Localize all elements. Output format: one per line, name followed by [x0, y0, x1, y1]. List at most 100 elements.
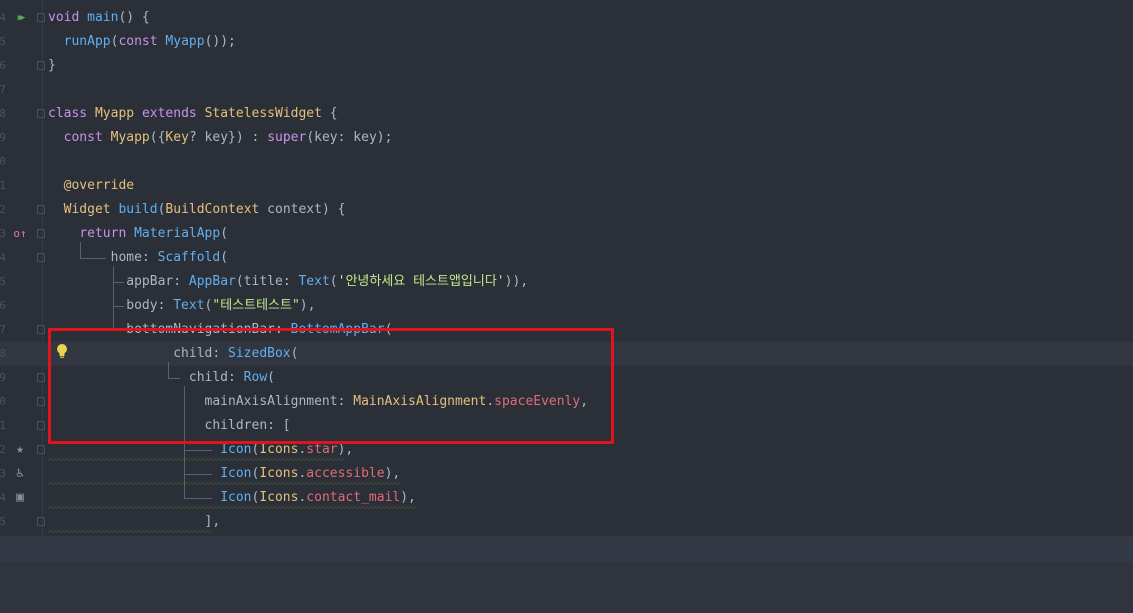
code-token: } [48, 58, 56, 73]
code-text[interactable]: @override [48, 174, 134, 198]
override-icon[interactable]: o↑ [12, 226, 28, 242]
code-token: @override [63, 178, 135, 193]
code-text[interactable]: home: Scaffold( [48, 246, 228, 270]
fold-marker[interactable] [37, 61, 45, 70]
code-token: (key: key); [306, 130, 393, 145]
run-icon[interactable]: ▶▶ [12, 10, 28, 26]
code-line[interactable]: 9 const Myapp({Key? key}) : super(key: k… [0, 126, 1133, 150]
contact-mail-icon[interactable]: ▣ [12, 490, 28, 506]
code-token: ), [337, 442, 354, 457]
code-token: return [79, 226, 135, 241]
code-token: ({ [149, 130, 166, 145]
code-token: { [329, 106, 338, 121]
code-editor[interactable]: 4 ▶▶ void main() {5 runApp(const Myapp());… [0, 0, 1133, 536]
indent-guide [184, 498, 212, 499]
line-number: 4 [0, 11, 6, 24]
code-text[interactable]: return MaterialApp( [48, 222, 228, 246]
code-token: '안녕하세요 테스트앱입니다' [337, 274, 505, 289]
code-token: void [48, 10, 88, 25]
line-number: 1 [0, 419, 6, 432]
code-text[interactable]: body: Text("테스트테스트"), [48, 294, 315, 318]
code-token: ()); [204, 34, 236, 49]
code-token: Scaffold [157, 250, 221, 265]
code-line[interactable]: 2 Widget build(BuildContext context) { [0, 198, 1133, 222]
code-line[interactable]: 4 home: Scaffold( [0, 246, 1133, 270]
line-number: 9 [0, 371, 6, 384]
line-number: 5 [0, 35, 6, 48]
code-token: Widget [63, 202, 119, 217]
code-token: Icon [220, 466, 252, 481]
code-token: body: [48, 298, 174, 313]
line-number: 5 [0, 515, 6, 528]
code-token: super [267, 130, 307, 145]
code-text[interactable]: const Myapp({Key? key}) : super(key: key… [48, 126, 393, 150]
line-number: 9 [0, 131, 6, 144]
fold-marker[interactable] [37, 373, 45, 382]
code-token: accessible [306, 466, 385, 481]
lint-squiggle [212, 458, 345, 461]
code-token: main [87, 10, 119, 25]
code-token: Text [173, 298, 205, 313]
code-token: const [118, 34, 166, 49]
code-token: AppBar [188, 274, 236, 289]
line-number: 6 [0, 299, 6, 312]
fold-marker[interactable] [37, 517, 45, 526]
line-number: 7 [0, 83, 6, 96]
fold-marker[interactable] [37, 229, 45, 238]
fold-marker[interactable] [37, 253, 45, 262]
lint-squiggle [48, 506, 212, 509]
code-token: ), [384, 466, 401, 481]
code-text[interactable]: } [48, 54, 56, 78]
fold-marker[interactable] [37, 397, 45, 406]
code-token: (title: [235, 274, 299, 289]
lint-squiggle [212, 506, 416, 509]
code-line[interactable]: 8 class Myapp extends StatelessWidget { [0, 102, 1133, 126]
line-number: 8 [0, 347, 6, 360]
fold-marker[interactable] [37, 445, 45, 454]
code-token: Myapp [165, 34, 205, 49]
indent-guide [113, 266, 114, 330]
accessible-icon[interactable]: ♿ [12, 466, 28, 482]
code-text[interactable]: void main() { [48, 6, 150, 30]
code-text[interactable]: runApp(const Myapp()); [48, 30, 236, 54]
line-number: 3 [0, 467, 6, 480]
code-line[interactable]: 6 body: Text("테스트테스트"), [0, 294, 1133, 318]
code-line[interactable]: 1 @override [0, 174, 1133, 198]
code-token: const [63, 130, 111, 145]
indent-guide [113, 282, 124, 283]
editor-footer-area [0, 536, 1133, 613]
code-token: Icons [259, 442, 299, 457]
lint-squiggle [48, 458, 212, 461]
code-token: class [48, 106, 95, 121]
line-number: 7 [0, 323, 6, 336]
code-token: context) { [267, 202, 346, 217]
fold-marker[interactable] [37, 205, 45, 214]
code-token: runApp [63, 34, 111, 49]
fold-marker[interactable] [37, 109, 45, 118]
star-icon[interactable]: ★ [12, 442, 28, 458]
code-line[interactable]: 6} [0, 54, 1133, 78]
line-number: 8 [0, 107, 6, 120]
code-token: ( [220, 250, 229, 265]
code-token: ), [299, 298, 316, 313]
code-line[interactable]: 0 [0, 150, 1133, 174]
intention-bulb-icon[interactable] [55, 343, 69, 359]
line-number: 6 [0, 59, 6, 72]
code-line[interactable]: 5 appBar: AppBar(title: Text('안녕하세요 테스트앱… [0, 270, 1133, 294]
code-text[interactable]: Widget build(BuildContext context) { [48, 198, 346, 222]
code-line[interactable]: 7 [0, 78, 1133, 102]
line-number: 0 [0, 395, 6, 408]
code-token: Myapp [110, 130, 150, 145]
code-text[interactable]: class Myapp extends StatelessWidget { [48, 102, 338, 126]
code-token: contact_mail [306, 490, 401, 505]
line-number: 0 [0, 155, 6, 168]
code-line[interactable]: 4 ▶▶ void main() { [0, 6, 1133, 30]
fold-marker[interactable] [37, 325, 45, 334]
code-line[interactable]: 5 runApp(const Myapp()); [0, 30, 1133, 54]
fold-marker[interactable] [37, 13, 45, 22]
code-token: build [118, 202, 158, 217]
code-line[interactable]: 3 o↑ return MaterialApp( [0, 222, 1133, 246]
fold-marker[interactable] [37, 421, 45, 430]
